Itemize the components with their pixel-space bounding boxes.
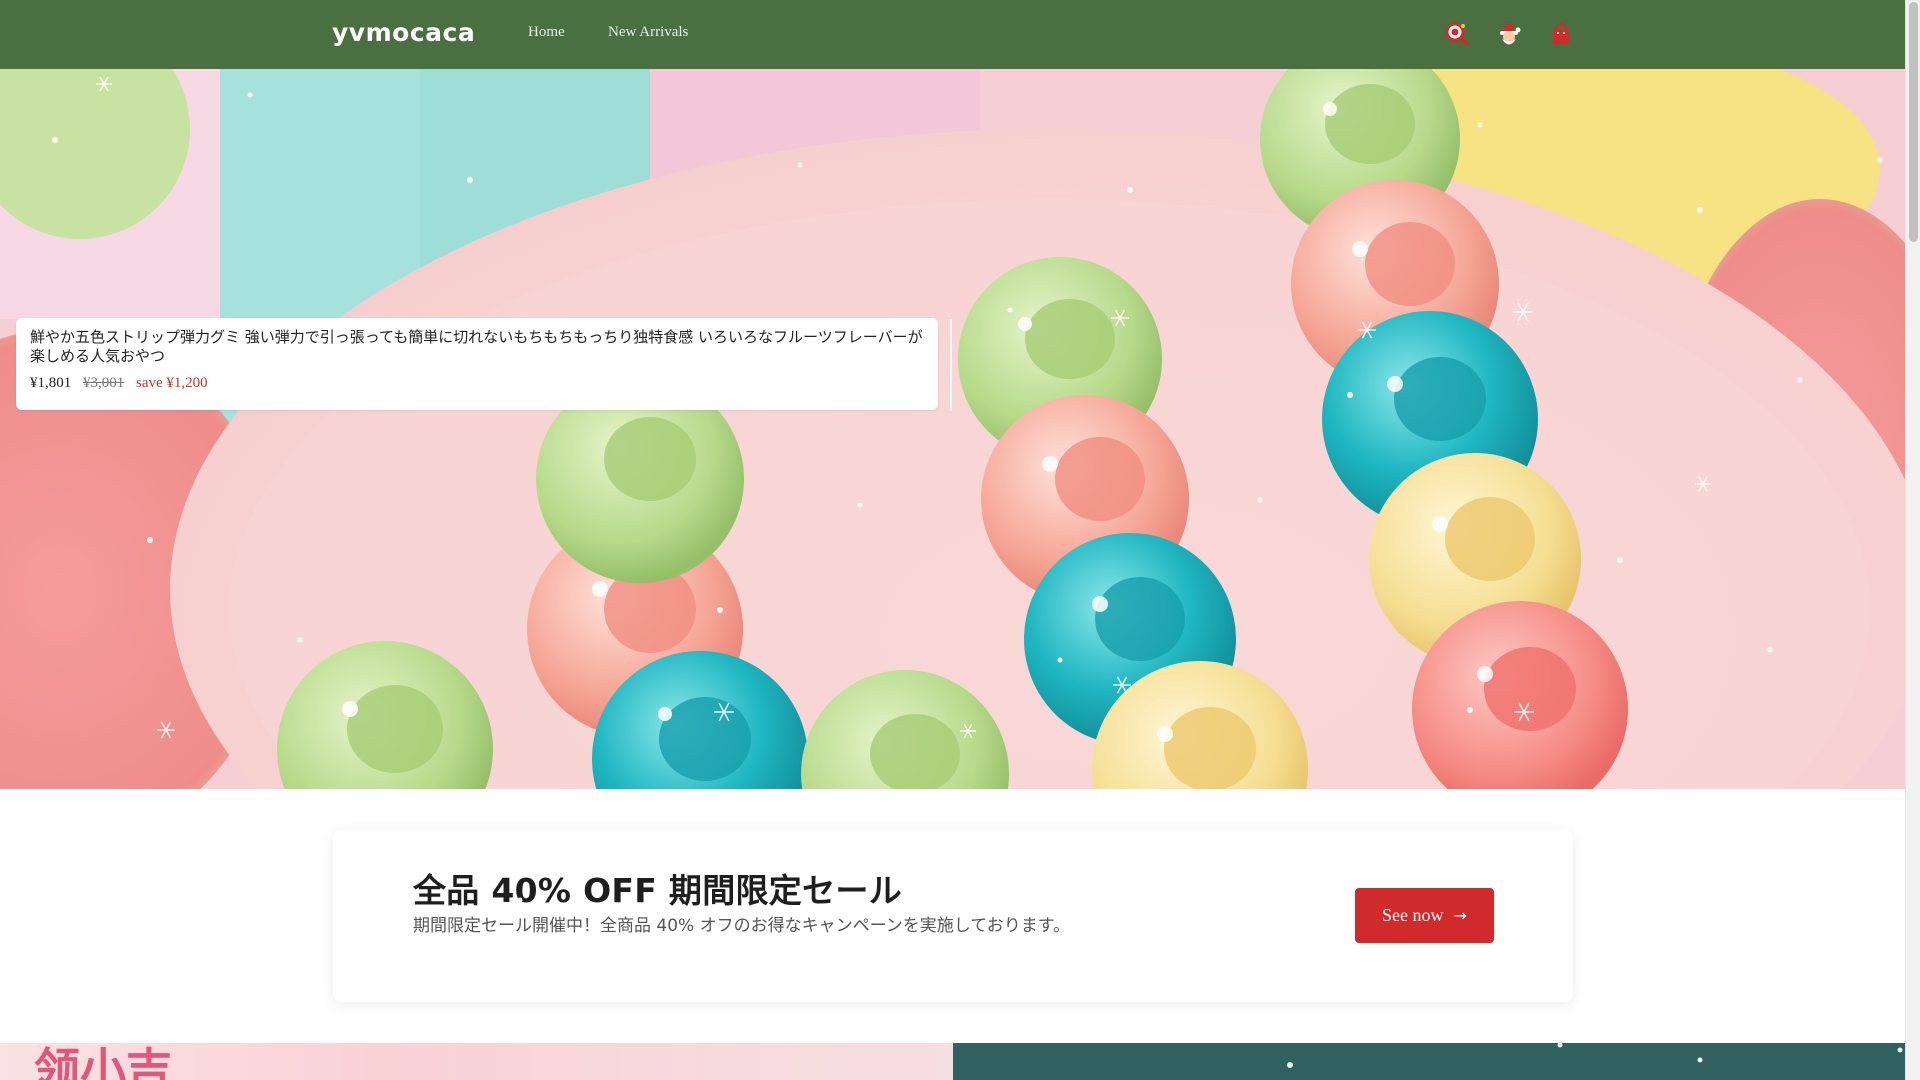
product-save-badge: save ¥1,200 bbox=[136, 375, 208, 391]
promo-subtitle: 期間限定セール開催中！全商品 40% オフのお得なキャンペーンを実施しております… bbox=[413, 916, 1071, 936]
collection-banner-right[interactable] bbox=[953, 1043, 1905, 1080]
product-price: ¥1,801 bbox=[30, 375, 72, 391]
scrollbar-thumb[interactable] bbox=[1909, 2, 1918, 242]
page: yvmocaca Home New Arrivals 鮮やか五色ストリップ弾力グ… bbox=[0, 0, 1920, 1080]
hero-gummy-image bbox=[0, 69, 1905, 789]
see-now-label: See now bbox=[1382, 905, 1444, 925]
santa-account-icon[interactable] bbox=[1495, 20, 1523, 48]
product-compare-price: ¥3,001 bbox=[83, 375, 125, 391]
shopping-bag-icon[interactable] bbox=[1547, 20, 1575, 48]
site-logo[interactable]: yvmocaca bbox=[332, 18, 475, 47]
search-icon[interactable] bbox=[1443, 20, 1471, 48]
card-divider bbox=[950, 319, 952, 411]
promo-banner: 全品 40% OFF 期間限定セール 期間限定セール開催中！全商品 40% オフ… bbox=[333, 830, 1573, 1002]
arrow-right-icon: → bbox=[1453, 906, 1467, 925]
nav-new-arrivals-link[interactable]: New Arrivals bbox=[608, 24, 688, 41]
hero-product-card[interactable]: 鮮やか五色ストリップ弾力グミ 強い弾力で引っ張っても簡単に切れないもちもちもっち… bbox=[16, 318, 938, 410]
product-price-row: ¥1,801 ¥3,001 save ¥1,200 bbox=[30, 375, 924, 392]
product-title[interactable]: 鮮やか五色ストリップ弾力グミ 強い弾力で引っ張っても簡単に切れないもちもちもっち… bbox=[30, 328, 924, 366]
collection-logo: 领小吉 bbox=[34, 1043, 172, 1080]
see-now-button[interactable]: See now → bbox=[1355, 888, 1494, 943]
promo-title: 全品 40% OFF 期間限定セール bbox=[413, 871, 902, 910]
page-scrollbar[interactable] bbox=[1905, 0, 1920, 1080]
collection-banner-left[interactable]: 领小吉 bbox=[0, 1043, 953, 1080]
hero-banner[interactable]: 鮮やか五色ストリップ弾力グミ 強い弾力で引っ張っても簡単に切れないもちもちもっち… bbox=[0, 69, 1905, 789]
site-header: yvmocaca Home New Arrivals bbox=[0, 0, 1905, 69]
nav-home-link[interactable]: Home bbox=[528, 24, 565, 41]
